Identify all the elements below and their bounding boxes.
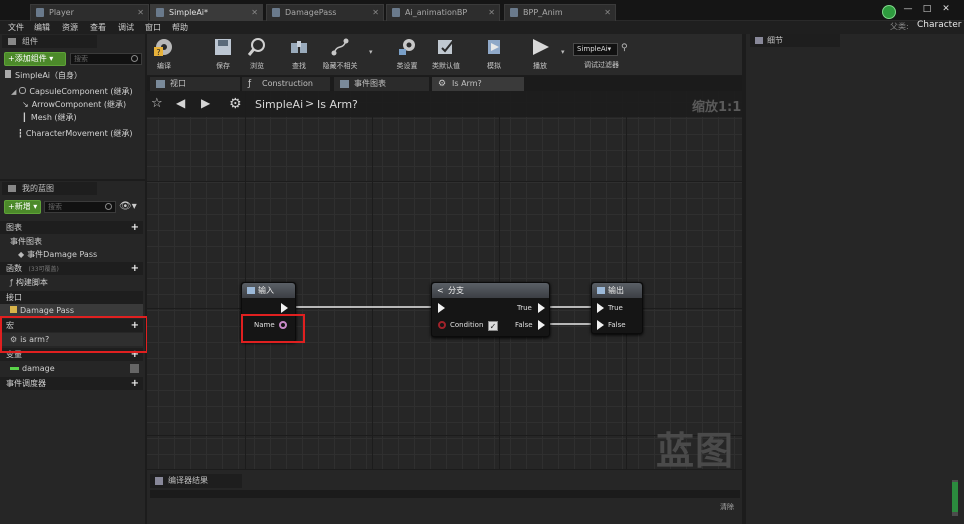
node-icon [597,287,605,294]
details-icon [755,37,763,44]
name-pin-highlight-box [241,314,305,343]
compiler-title: 编译器结果 [168,476,208,485]
exec-input-pin[interactable] [438,303,445,313]
branch-node-header: < 分支 [432,283,549,298]
output-node-header: 输出 [592,283,642,298]
true-exec-pin[interactable] [538,303,545,313]
condition-pin[interactable] [438,321,446,329]
condition-label: Condition [450,321,484,329]
blueprint-editor-window: Player ✕ SimpleAi* ✕ DamagePass ✕ Ai_ani… [0,0,964,524]
false-exec-pin[interactable] [538,320,545,330]
compiler-results-tab[interactable]: 编译器结果 [150,474,242,488]
clear-button[interactable]: 清除 [720,502,734,512]
output-node[interactable]: 输出 True False [591,282,643,334]
true-label: True [608,304,623,312]
node-title: 输入 [258,286,274,295]
true-label: True [517,304,532,312]
condition-checkbox[interactable]: ✓ [488,321,498,331]
details-tab[interactable]: 细节 [750,34,840,47]
compiler-log [150,490,740,498]
branch-node[interactable]: < 分支 Condition ✓ True False [431,282,550,337]
exec-output-pin[interactable] [281,303,288,313]
false-label: False [608,321,626,329]
false-input-pin[interactable] [597,320,604,330]
branch-icon: < [437,286,444,295]
false-label: False [515,321,533,329]
scrollbar-thumb[interactable] [952,482,958,512]
compiler-icon [155,477,163,485]
true-input-pin[interactable] [597,303,604,313]
node-title: 输出 [608,286,624,295]
node-title: 分支 [448,286,464,295]
details-title: 细节 [767,36,783,45]
details-panel [746,34,964,524]
node-icon [247,287,255,294]
input-node-header: 输入 [242,283,295,298]
